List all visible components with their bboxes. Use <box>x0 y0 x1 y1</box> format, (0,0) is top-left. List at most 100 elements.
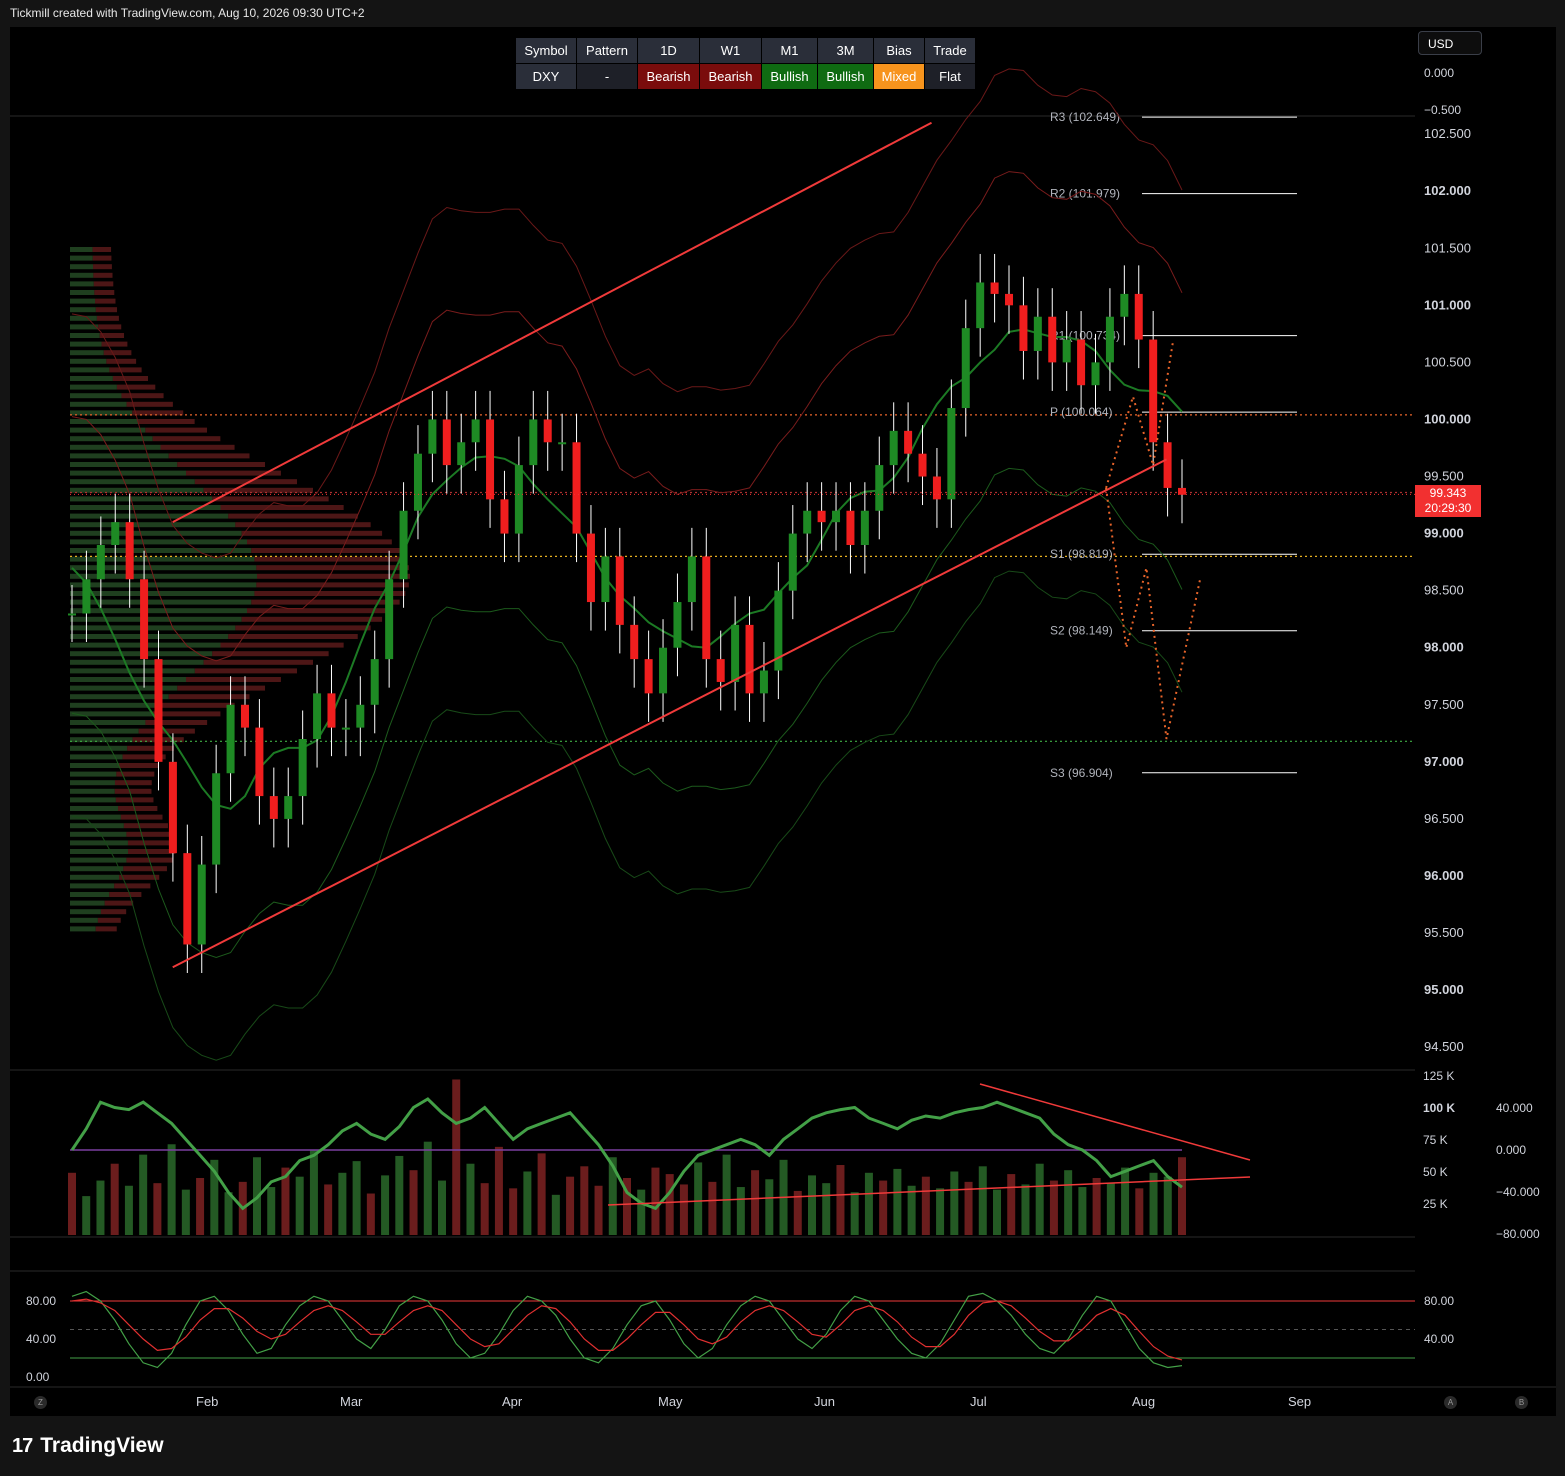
volume-bar <box>736 1187 745 1235</box>
scale-reset-button[interactable]: Z <box>34 1396 47 1409</box>
candle-down <box>543 419 552 443</box>
volume-bar <box>921 1176 930 1235</box>
bias-value-trade: Flat <box>924 63 976 90</box>
volume-axis-tick: 100 K <box>1423 1101 1455 1115</box>
volume-profile-bar <box>118 763 160 768</box>
volume-profile-bar <box>70 771 117 777</box>
pivot-level-label: S2 (98.149) <box>1050 624 1113 638</box>
candle-down <box>1077 339 1086 386</box>
volume-profile-bar <box>120 814 163 820</box>
bias-value-1d: Bearish <box>637 63 700 90</box>
price-chart-svg[interactable]: 0.000 −0.500 102.500 102.000 101.500 101.000 1… <box>10 27 1556 1416</box>
candle-up <box>313 693 322 740</box>
volume-profile-bar <box>96 315 119 321</box>
volume-profile-bar <box>70 608 248 614</box>
oscillator-line <box>70 1097 1183 1211</box>
volume-bar <box>309 1149 318 1235</box>
candle-down <box>1134 293 1143 340</box>
volume-profile-bar <box>70 857 127 863</box>
price-axis-tick: 97.000 <box>1424 754 1464 769</box>
candle-down <box>716 659 725 682</box>
volume-bar <box>395 1155 404 1235</box>
currency-button[interactable]: USD <box>1418 31 1482 55</box>
chart-panel[interactable]: 0.000 −0.500 102.500 102.000 101.500 101.000 1… <box>10 27 1556 1416</box>
volume-bar <box>338 1172 347 1235</box>
volume-profile-bar <box>123 866 167 872</box>
volume-bar <box>509 1188 518 1235</box>
candle-up <box>356 704 365 728</box>
volume-profile-bar <box>70 763 119 768</box>
time-axis-tick: Jun <box>814 1394 835 1409</box>
volume-profile-bar <box>92 247 112 252</box>
candle-up <box>370 659 379 705</box>
volume-profile-bar <box>70 539 248 545</box>
auto-scale-button[interactable]: A <box>1444 1396 1457 1409</box>
volume-profile-bar <box>168 694 250 700</box>
oscillator-axis-tick: 0.000 <box>1496 1143 1526 1157</box>
stochastic-left-tick: 0.00 <box>26 1370 50 1384</box>
bias-value-symbol: DXY <box>515 63 577 90</box>
volume-axis-tick: 75 K <box>1423 1133 1448 1147</box>
candle-up <box>298 739 307 797</box>
volume-bar <box>96 1180 105 1235</box>
time-axis-tick: Apr <box>502 1394 523 1409</box>
candle-up <box>1062 339 1071 363</box>
candle-up <box>889 430 898 466</box>
bias-header-symbol: Symbol <box>515 37 577 64</box>
bias-table: Symbol Pattern 1D W1 M1 3M Bias Trade DXY - Beari… <box>515 37 976 90</box>
volume-profile-bar <box>114 883 151 889</box>
candle-up <box>1105 316 1114 363</box>
volume-profile-bar <box>70 462 178 467</box>
volume-bar <box>679 1184 688 1235</box>
volume-profile-bar <box>203 659 313 665</box>
volume-bar <box>893 1168 902 1235</box>
price-axis-tick: 100.000 <box>1424 411 1471 426</box>
candle-down <box>990 282 999 294</box>
candle-up <box>961 328 970 409</box>
volume-profile-bar <box>70 831 127 837</box>
volume-profile-bar <box>119 874 160 880</box>
volume-profile-bar <box>70 470 187 476</box>
last-price-value: 99.343 <box>1429 486 1467 500</box>
candle-down <box>1019 305 1028 351</box>
candle-down <box>154 659 163 762</box>
volume-bar <box>466 1163 475 1235</box>
volume-profile-bar <box>115 797 154 803</box>
volume-profile-bar <box>70 917 98 923</box>
volume-bar <box>637 1189 646 1235</box>
candle-up <box>385 579 394 660</box>
candle-up <box>514 465 523 534</box>
volume-bar <box>907 1185 916 1235</box>
volume-profile-bar <box>70 694 169 700</box>
volume-bar <box>836 1165 845 1235</box>
volume-profile-bar <box>95 307 118 313</box>
candle-down <box>586 533 595 603</box>
price-axis-tick: 99.500 <box>1424 469 1464 484</box>
pivot-level-label: S1 (98.819) <box>1050 547 1113 561</box>
volume-bar <box>1049 1180 1058 1235</box>
volume-profile-bar <box>70 659 204 665</box>
volume-profile-bar <box>70 892 110 897</box>
volume-bar <box>423 1141 432 1235</box>
volume-profile-bar <box>177 462 266 467</box>
bias-value-w1: Bearish <box>699 63 762 90</box>
tradingview-logo[interactable]: 17 TradingView <box>12 1434 164 1458</box>
log-scale-button[interactable]: B <box>1515 1396 1528 1409</box>
candle-up <box>558 442 567 445</box>
volume-bar <box>551 1194 560 1235</box>
bias-header-bias: Bias <box>873 37 925 64</box>
volume-profile-bar <box>95 926 117 932</box>
stochastic-right-tick: 80.00 <box>1424 1294 1454 1308</box>
price-axis-tick: 95.000 <box>1424 982 1464 997</box>
time-axis-tick: Jul <box>970 1394 987 1409</box>
volume-profile-bar <box>70 367 110 373</box>
volume-bar <box>1092 1177 1101 1235</box>
volume-profile-bar <box>93 281 114 287</box>
volume-profile-bar <box>212 496 329 502</box>
pivot-level-label: R3 (102.649) <box>1050 110 1120 124</box>
volume-bar <box>1163 1176 1172 1235</box>
volume-profile-bar <box>70 634 229 639</box>
bias-header-pattern: Pattern <box>576 37 638 64</box>
candle-up <box>601 556 610 603</box>
time-axis-tick: Sep <box>1288 1394 1311 1409</box>
